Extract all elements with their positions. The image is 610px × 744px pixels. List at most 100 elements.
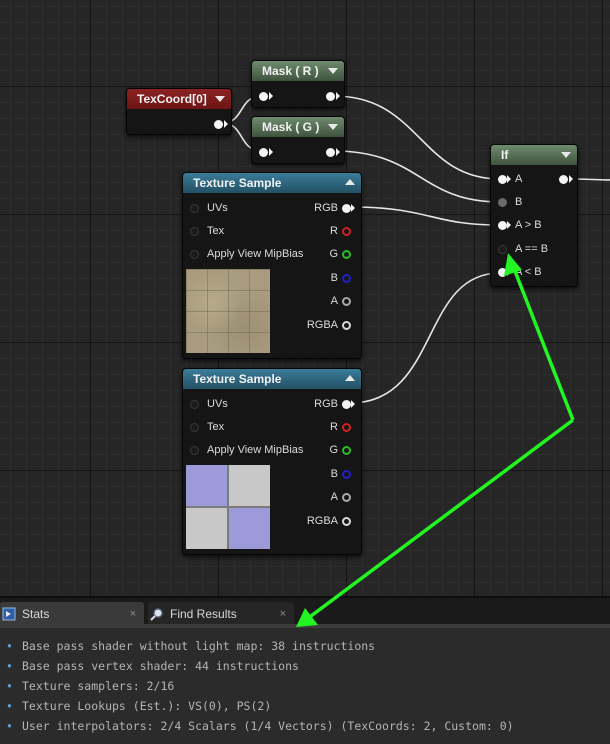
mask-g-output-pin[interactable] [326,148,335,157]
texture-sample-2-header[interactable]: Texture Sample [183,369,361,389]
bullet-icon: • [6,699,13,713]
if-input-a-label: A [515,173,523,185]
texture-preview-thumbnail [186,269,270,353]
a-output-pin[interactable] [342,493,351,502]
texture-preview-thumbnail [186,465,270,549]
texture-sample-2-title: Texture Sample [193,372,282,386]
tex-input-pin[interactable] [190,227,199,236]
output-arrow-icon [224,120,228,128]
uvs-input-label: UVs [207,398,228,410]
collapse-arrow-icon[interactable] [345,179,355,185]
close-icon[interactable]: × [130,602,136,626]
stats-panel: • Base pass shader without light map: 38 … [0,624,610,744]
input-arrow-icon [269,92,273,100]
g-output-label: G [329,444,338,456]
b-output-label: B [330,272,338,284]
r-output-pin[interactable] [342,423,351,432]
output-arrow-icon [351,204,355,212]
texture-sample-1-header[interactable]: Texture Sample [183,173,361,193]
tab-find-results-label: Find Results [170,607,237,621]
if-input-aeqb-label: A == B [515,243,549,255]
collapse-arrow-icon[interactable] [561,152,571,158]
mask-r-node-header[interactable]: Mask ( R ) [252,61,344,81]
rgba-output-label: RGBA [306,515,338,527]
mask-r-output-pin[interactable] [326,92,335,101]
mipbias-input-label: Apply View MipBias [207,248,304,260]
mipbias-input-pin[interactable] [190,250,199,259]
stat-line: • Base pass shader without light map: 38 … [6,636,375,656]
mask-g-node[interactable]: Mask ( G ) [251,116,345,164]
r-output-pin[interactable] [342,227,351,236]
rgb-output-label: RGB [314,398,338,410]
output-arrow-icon [336,148,340,156]
tab-stats[interactable]: Stats × [0,602,144,626]
if-input-a-pin[interactable] [498,175,507,184]
if-input-altb-pin[interactable] [498,268,507,277]
collapse-arrow-icon[interactable] [328,68,338,74]
mask-g-node-header[interactable]: Mask ( G ) [252,117,344,137]
mask-r-node[interactable]: Mask ( R ) [251,60,345,108]
uvs-input-pin[interactable] [190,204,199,213]
if-node[interactable]: If A B A > B A == B A < B [490,144,578,287]
bullet-icon: • [6,639,13,653]
stat-line: • Base pass vertex shader: 44 instruction… [6,656,299,676]
texture-sample-node-2[interactable]: Texture Sample UVs Tex Apply View MipBia… [182,368,362,555]
texcoord-node[interactable]: TexCoord[0] [126,88,232,135]
bullet-icon: • [6,659,13,673]
a-output-label: A [330,491,338,503]
tab-stats-label: Stats [22,607,50,621]
if-node-header[interactable]: If [491,145,577,165]
input-arrow-icon [507,268,511,276]
tab-find-results[interactable]: Find Results × [148,602,294,626]
mask-g-node-title: Mask ( G ) [262,120,320,134]
if-input-agtb-pin[interactable] [498,221,507,230]
r-output-label: R [330,421,338,433]
wire-tex1-if-agtb [349,206,501,226]
stat-text: Texture samplers: 2/16 [22,679,175,693]
mipbias-input-pin[interactable] [190,446,199,455]
bullet-icon: • [6,679,13,693]
close-icon[interactable]: × [280,602,286,626]
if-input-agtb-label: A > B [515,219,542,231]
b-output-label: B [330,468,338,480]
collapse-arrow-icon[interactable] [328,124,338,130]
stat-line: • Texture Lookups (Est.): VS(0), PS(2) [6,696,271,716]
g-output-pin[interactable] [342,446,351,455]
output-arrow-icon [569,175,573,183]
uvs-input-label: UVs [207,202,228,214]
stat-text: User interpolators: 2/4 Scalars (1/4 Vec… [22,719,514,733]
a-output-pin[interactable] [342,297,351,306]
texcoord-output-pin[interactable] [214,120,223,129]
mask-r-node-title: Mask ( R ) [262,64,319,78]
uvs-input-pin[interactable] [190,400,199,409]
if-input-aeqb-pin[interactable] [498,245,507,254]
bullet-icon: • [6,719,13,733]
tex-input-label: Tex [207,225,225,237]
rgba-output-pin[interactable] [342,517,351,526]
rgba-output-pin[interactable] [342,321,351,330]
rgb-output-pin[interactable] [342,400,351,409]
mask-r-input-pin[interactable] [259,92,268,101]
if-input-altb-label: A < B [515,266,542,278]
tex-input-pin[interactable] [190,423,199,432]
b-output-pin[interactable] [342,470,351,479]
texcoord-node-title: TexCoord[0] [137,92,207,106]
collapse-arrow-icon[interactable] [345,375,355,381]
texcoord-node-header[interactable]: TexCoord[0] [127,89,231,109]
texture-sample-node-1[interactable]: Texture Sample UVs Tex Apply View MipBia… [182,172,362,359]
bottom-tab-bar: Stats × Find Results × [0,596,610,626]
output-arrow-icon [351,400,355,408]
collapse-arrow-icon[interactable] [215,96,225,102]
stat-text: Texture Lookups (Est.): VS(0), PS(2) [22,699,272,713]
r-output-label: R [330,225,338,237]
mask-g-input-pin[interactable] [259,148,268,157]
g-output-pin[interactable] [342,250,351,259]
input-arrow-icon [507,221,511,229]
rgba-output-label: RGBA [306,319,338,331]
if-input-b-pin[interactable] [498,198,507,207]
if-output-pin[interactable] [559,175,568,184]
b-output-pin[interactable] [342,274,351,283]
material-graph-canvas[interactable]: TexCoord[0] Mask ( R ) Mask ( G ) If A B… [0,0,610,596]
rgb-output-pin[interactable] [342,204,351,213]
stat-line: • User interpolators: 2/4 Scalars (1/4 Ve… [6,716,514,736]
